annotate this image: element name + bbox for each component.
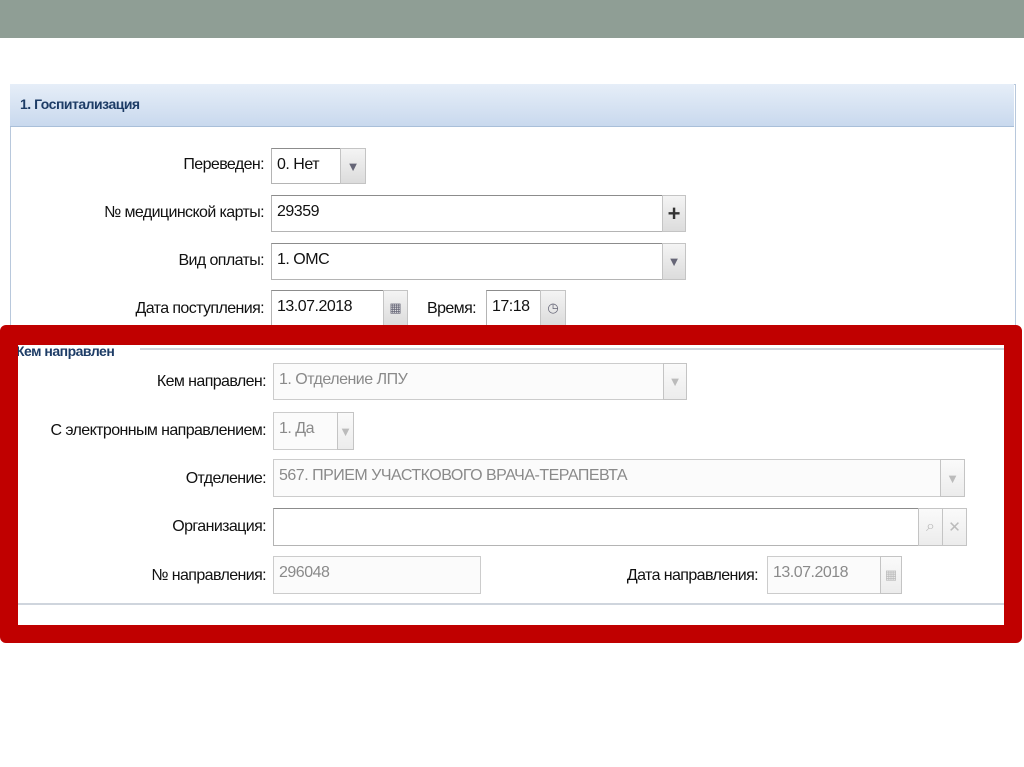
- panel-header[interactable]: 1. Госпитализация: [10, 84, 1014, 127]
- chevron-down-icon[interactable]: ▼: [340, 148, 366, 184]
- section-title: 1. Госпитализация: [20, 96, 140, 112]
- card-number-input[interactable]: 29359: [271, 195, 663, 232]
- payment-label: Вид оплаты:: [178, 252, 264, 269]
- clock-icon[interactable]: ◷: [540, 290, 566, 326]
- highlight-frame: [0, 325, 1022, 643]
- transferred-label: Переведен:: [183, 156, 264, 173]
- time-label: Время:: [427, 300, 477, 317]
- card-label: № медицинской карты:: [104, 204, 265, 221]
- top-bar: [0, 0, 1024, 38]
- plus-icon[interactable]: +: [662, 195, 686, 232]
- time-input[interactable]: 17:18: [486, 290, 541, 326]
- transferred-select[interactable]: 0. Нет: [271, 148, 341, 184]
- calendar-icon[interactable]: ▦: [383, 290, 408, 326]
- admission-date-label: Дата поступления:: [135, 300, 264, 317]
- admission-date-input[interactable]: 13.07.2018: [271, 290, 384, 326]
- chevron-down-icon[interactable]: ▼: [662, 243, 686, 280]
- payment-select[interactable]: 1. ОМС: [271, 243, 663, 280]
